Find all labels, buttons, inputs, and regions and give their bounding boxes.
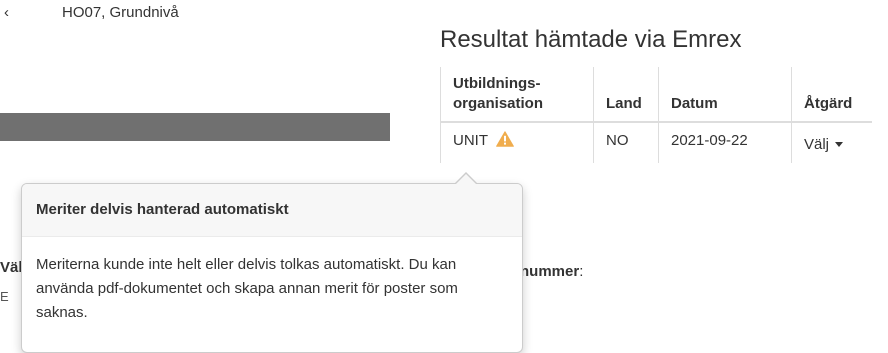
background-label-left-small: E: [0, 289, 9, 304]
cell-datum: 2021-09-22: [658, 121, 792, 163]
partial-text-fragment: ‹: [4, 4, 9, 21]
table-row: UNIT NO 2021-09-22 Välj: [440, 121, 872, 163]
warning-triangle-icon[interactable]: [496, 131, 514, 147]
background-label-number: nummer:: [520, 263, 583, 280]
number-label: nummer: [520, 263, 580, 280]
header-atgard: Åtgärd: [791, 67, 872, 123]
program-level-text: HO07, Grundnivå: [62, 4, 179, 21]
valj-label: Välj: [804, 136, 830, 153]
redacted-bar: [0, 113, 390, 141]
popover-title: Meriter delvis hanterad automatiskt: [22, 184, 522, 237]
background-program-text: ‹ HO07, Grundnivå: [4, 4, 179, 21]
warning-popover: Meriter delvis hanterad automatiskt Meri…: [21, 183, 523, 353]
popover-arrow-inner: [456, 174, 476, 184]
header-datum: Datum: [658, 67, 792, 123]
cell-land: NO: [593, 121, 659, 163]
header-land: Land: [593, 67, 659, 123]
cell-organisation: UNIT: [440, 121, 594, 163]
caret-down-icon: [835, 142, 844, 147]
table-header-row: Utbildnings- organisation Land Datum Åtg…: [440, 67, 872, 123]
cell-atgard: Välj: [791, 121, 872, 163]
org-name: UNIT: [453, 132, 488, 149]
section-title: Resultat hämtade via Emrex: [440, 26, 742, 53]
number-label-colon: :: [579, 263, 584, 280]
popover-content: Meriterna kunde inte helt eller delvis t…: [36, 256, 458, 321]
header-organisation: Utbildnings- organisation: [440, 67, 594, 123]
valj-dropdown-button[interactable]: Välj: [804, 135, 844, 155]
results-table: Utbildnings- organisation Land Datum Åtg…: [440, 67, 872, 163]
